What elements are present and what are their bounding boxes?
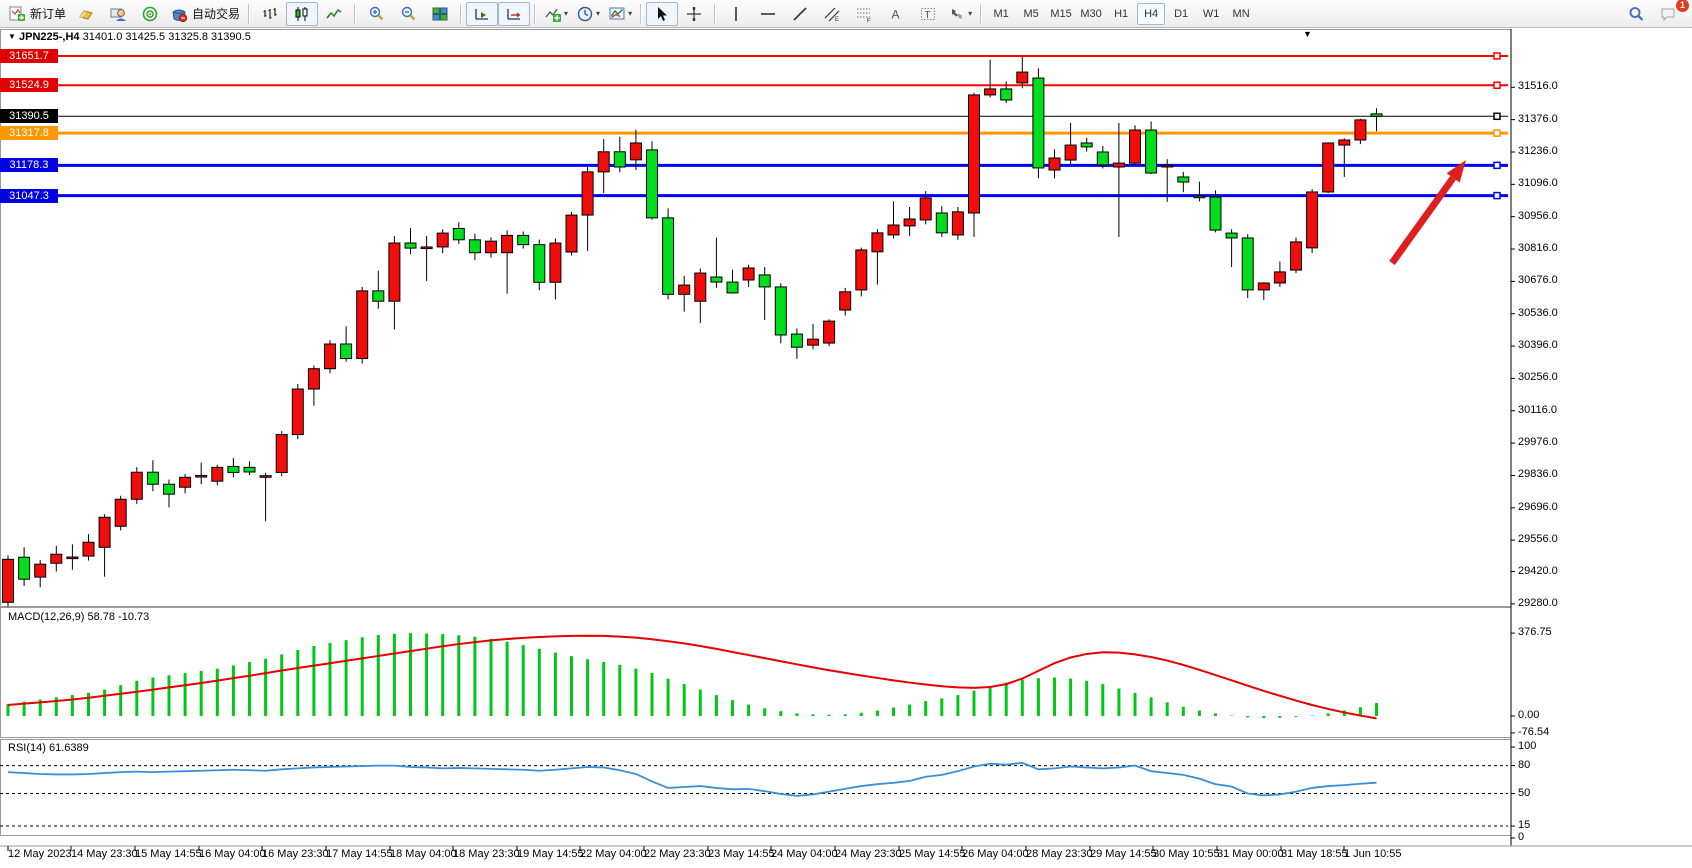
- candle-body: [486, 241, 497, 253]
- candle-body: [1049, 158, 1060, 170]
- candle-body: [357, 291, 368, 359]
- candle-body: [985, 89, 996, 95]
- candle-body: [614, 152, 625, 167]
- hline-anchor: [1494, 130, 1500, 136]
- hline-anchor: [1494, 113, 1500, 119]
- candle-body: [325, 344, 336, 369]
- candle-body: [1033, 78, 1044, 168]
- candle-body: [115, 499, 126, 526]
- candle-body: [228, 466, 239, 472]
- chart-canvas[interactable]: [0, 0, 1692, 868]
- candle-body: [534, 245, 545, 283]
- candle-body: [276, 435, 287, 473]
- candle-body: [1226, 233, 1237, 238]
- hline-anchor: [1494, 162, 1500, 168]
- candle-body: [936, 213, 947, 233]
- candle-body: [1355, 120, 1366, 140]
- candle-body: [1242, 238, 1253, 290]
- candle-body: [1210, 197, 1221, 230]
- candle-body: [341, 344, 352, 359]
- candle-body: [99, 517, 110, 547]
- candle-body: [1258, 283, 1269, 290]
- candle-body: [1097, 152, 1108, 165]
- candle-body: [453, 228, 464, 239]
- candle-body: [598, 152, 609, 172]
- candle-body: [1339, 140, 1350, 145]
- candle-body: [791, 334, 802, 347]
- candle-body: [695, 273, 706, 301]
- candle-body: [83, 542, 94, 556]
- candle-body: [550, 243, 561, 282]
- candle-body: [292, 389, 303, 435]
- candle-body: [405, 243, 416, 248]
- candle-body: [582, 172, 593, 215]
- candle-body: [969, 95, 980, 213]
- candle-body: [759, 275, 770, 287]
- rsi-pane: [1, 740, 1512, 836]
- candle-body: [3, 559, 14, 602]
- candle-body: [711, 277, 722, 282]
- candle-body: [147, 472, 158, 484]
- candle-body: [260, 476, 271, 478]
- macd-pane: [1, 608, 1512, 738]
- candle-body: [856, 250, 867, 290]
- candle-body: [920, 198, 931, 220]
- candle-body: [212, 467, 223, 481]
- candle-body: [775, 287, 786, 335]
- terminal-window: 新订单 自动交易: [0, 0, 1692, 868]
- candle-body: [1323, 143, 1334, 192]
- candle-body: [630, 143, 641, 160]
- candle-body: [904, 219, 915, 226]
- candle-body: [1130, 130, 1141, 163]
- candle-body: [1307, 192, 1318, 248]
- chart-window: ▼ JPN225-,H4 31401.0 31425.5 31325.8 313…: [0, 28, 1692, 868]
- candle-body: [196, 475, 207, 477]
- candle-body: [663, 218, 674, 294]
- candle-body: [1113, 163, 1124, 167]
- candle-body: [437, 233, 448, 247]
- candle-body: [566, 215, 577, 252]
- candle-body: [308, 369, 319, 389]
- candle-body: [51, 554, 62, 563]
- candle-body: [244, 467, 255, 472]
- candle-body: [679, 285, 690, 294]
- hline-anchor: [1494, 53, 1500, 59]
- candle-body: [1178, 177, 1189, 182]
- candle-body: [19, 557, 30, 579]
- candle-body: [1274, 272, 1285, 283]
- candle-body: [727, 282, 738, 293]
- candle-body: [872, 233, 883, 252]
- candle-body: [373, 291, 384, 301]
- candle-body: [131, 472, 142, 499]
- candle-body: [743, 268, 754, 280]
- candle-body: [35, 564, 46, 577]
- candle-body: [421, 247, 432, 249]
- candle-body: [502, 235, 513, 252]
- candle-body: [1162, 165, 1173, 167]
- candle-body: [164, 484, 175, 494]
- candle-body: [469, 240, 480, 253]
- candle-body: [840, 292, 851, 310]
- hline-anchor: [1494, 82, 1500, 88]
- candle-body: [824, 321, 835, 343]
- candle-body: [1371, 114, 1382, 116]
- candle-body: [1146, 130, 1157, 173]
- candle-body: [67, 557, 78, 559]
- candle-body: [518, 235, 529, 244]
- candle-body: [389, 243, 400, 301]
- candle-body: [1017, 72, 1028, 83]
- candle-body: [647, 150, 658, 218]
- candle-body: [1001, 89, 1012, 100]
- candle-body: [1291, 242, 1302, 270]
- candle-body: [1081, 143, 1092, 147]
- candle-body: [952, 212, 963, 235]
- candle-body: [180, 477, 191, 487]
- candle-body: [888, 225, 899, 235]
- candle-body: [808, 339, 819, 345]
- candle-body: [1065, 145, 1076, 160]
- hline-anchor: [1494, 193, 1500, 199]
- candle-body: [1194, 196, 1205, 198]
